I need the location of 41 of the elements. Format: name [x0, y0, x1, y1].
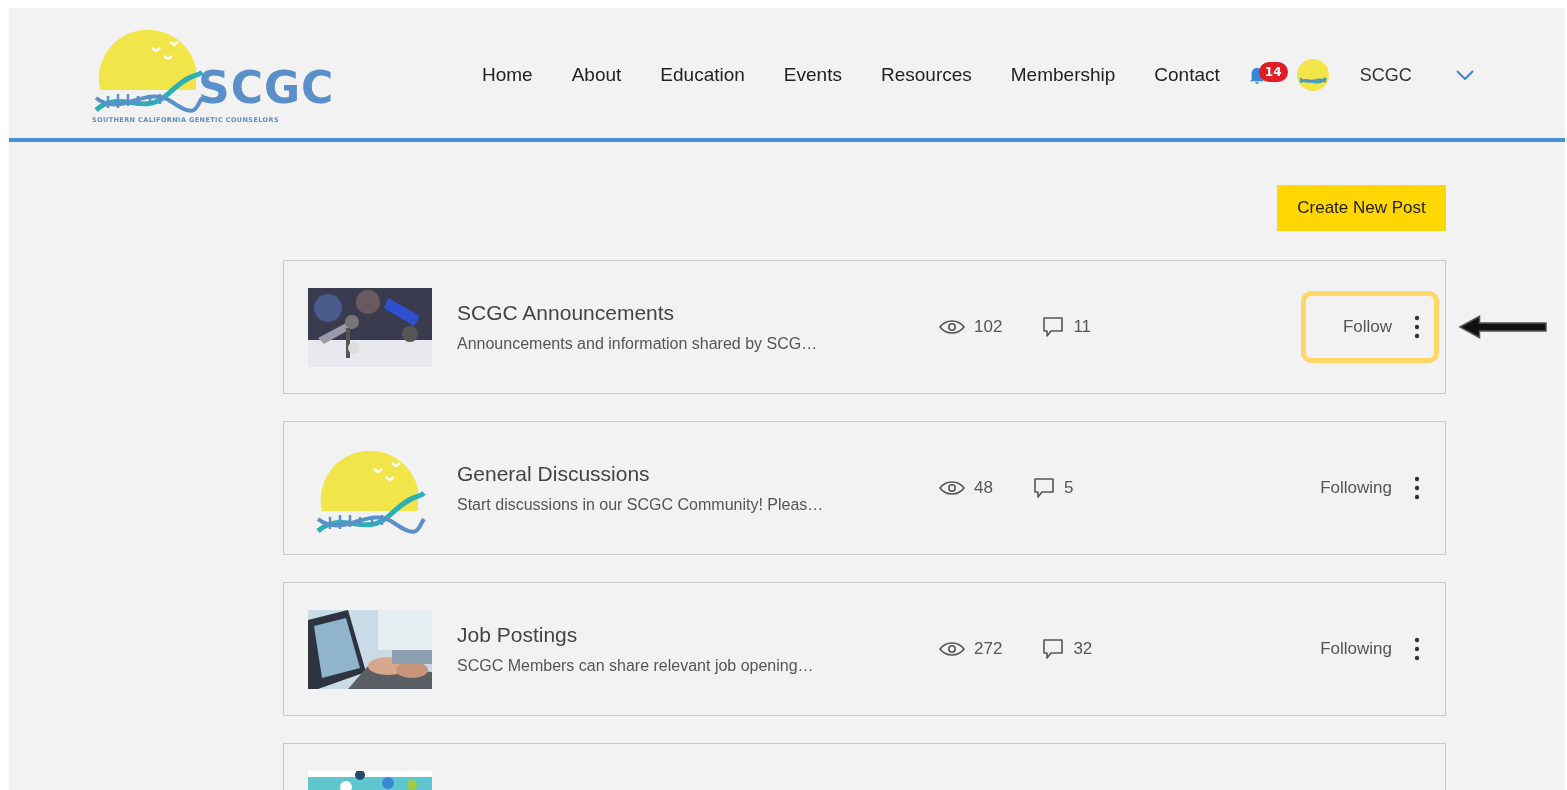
- nav-link[interactable]: About: [571, 64, 622, 86]
- avatar-icon[interactable]: [1295, 58, 1330, 92]
- notification-badge: 14: [1258, 62, 1288, 82]
- more-options-icon[interactable]: [1414, 476, 1420, 500]
- nav-link[interactable]: Resources: [880, 64, 972, 86]
- comment-count: 32: [1073, 639, 1093, 659]
- nav-link[interactable]: Membership: [1010, 64, 1116, 86]
- logo-icon: [314, 448, 426, 535]
- nav-link[interactable]: Events: [783, 64, 842, 86]
- category-card[interactable]: General Discussions Start discussions in our SCGC Community! Pleas… 48 5 Following: [283, 421, 1446, 555]
- category-description: SCGC Members can share relevant job opening…: [457, 657, 815, 675]
- eye-icon: [939, 641, 965, 657]
- category-description: Start discussions in our SCGC Community! Pleas…: [457, 496, 825, 514]
- category-card[interactable]: Job Postings SCGC Members can share relevant job opening… 272 32 Following: [283, 582, 1446, 716]
- nav-link[interactable]: Education: [660, 64, 745, 86]
- follow-button[interactable]: Follow: [1342, 317, 1392, 337]
- category-title[interactable]: SCGC Announcements: [457, 301, 927, 325]
- follow-button[interactable]: Following: [1320, 478, 1392, 498]
- category-description: Announcements and information shared by SCG…: [457, 335, 819, 353]
- eye-icon: [939, 480, 965, 496]
- comment-count: 11: [1073, 317, 1092, 337]
- more-options-icon[interactable]: [1414, 637, 1420, 661]
- chevron-down-icon[interactable]: [1455, 70, 1474, 80]
- comment-icon: [1042, 638, 1065, 660]
- create-post-button[interactable]: Create New Post: [1277, 185, 1446, 231]
- comment-icon: [1042, 316, 1065, 338]
- category-title[interactable]: General Discussions: [457, 462, 927, 486]
- comment-icon: [1032, 477, 1055, 499]
- category-card[interactable]: SCGC Announcements Announcements and information shared by SCG… 102 11 Follow: [283, 260, 1446, 394]
- nav-link[interactable]: Home: [482, 64, 533, 86]
- more-options-icon[interactable]: [1414, 315, 1420, 339]
- view-count: 102: [974, 317, 1003, 337]
- category-title[interactable]: Job Postings: [457, 623, 927, 647]
- view-count: 272: [974, 639, 1003, 659]
- follow-button[interactable]: Following: [1320, 639, 1392, 659]
- view-count: 48: [974, 478, 993, 498]
- logo-title: SCGC: [198, 66, 335, 110]
- nav-link[interactable]: Contact: [1154, 64, 1220, 86]
- comment-count: 5: [1063, 478, 1074, 498]
- user-name[interactable]: SCGC: [1359, 64, 1412, 86]
- eye-icon: [939, 319, 965, 335]
